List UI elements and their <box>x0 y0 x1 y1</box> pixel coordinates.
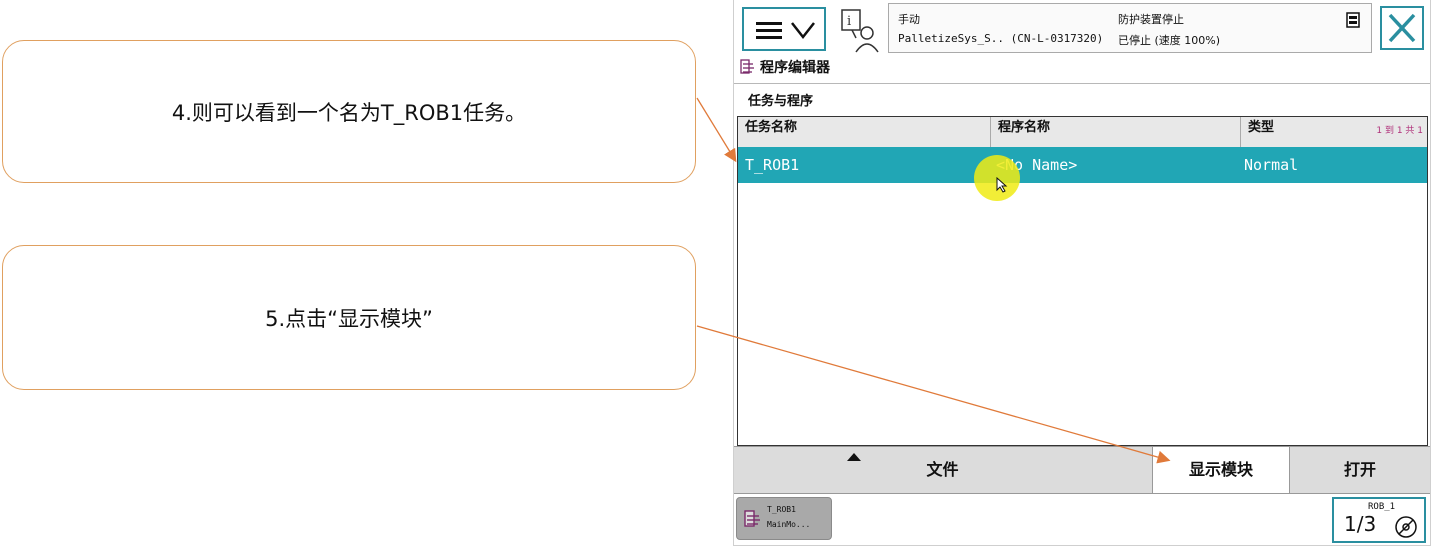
column-header-program[interactable]: 程序名称 <box>991 117 1241 147</box>
main-menu-button[interactable] <box>742 7 826 51</box>
file-menu-label: 文件 <box>926 460 959 479</box>
taskbar-task-name: T_ROB1 <box>767 505 796 514</box>
program-editor-icon <box>740 59 754 74</box>
status-system: PalletizeSys_S.. (CN-L-0317320) <box>898 32 1104 45</box>
cell-type: Normal <box>1244 156 1299 174</box>
callout-step-4-text: 4.则可以看到一个名为T_ROB1任务。 <box>171 100 527 125</box>
close-button[interactable] <box>1380 6 1424 50</box>
table-header: 任务名称 程序名称 类型 1 到 1 共 1 <box>738 117 1427 148</box>
arrow-to-task-row <box>696 97 737 163</box>
svg-text:i: i <box>847 14 851 29</box>
command-bar: 文件 显示模块 打开 <box>734 446 1430 494</box>
status-state: 已停止 (速度 100%) <box>1118 34 1221 47</box>
pager-text: 1 到 1 共 1 <box>1376 126 1423 136</box>
unit-fraction: 1/3 <box>1344 512 1377 536</box>
robot-unit-label: ROB_1 <box>1368 502 1396 512</box>
open-button[interactable]: 打开 <box>1290 447 1430 493</box>
section-label: 任务与程序 <box>748 94 814 109</box>
battery-icon <box>1346 12 1360 28</box>
taskbar-program-editor[interactable]: T_ROB1 MainMo... <box>736 497 832 540</box>
callout-step-4: 4.则可以看到一个名为T_ROB1任务。 <box>2 40 696 183</box>
open-label: 打开 <box>1343 460 1376 479</box>
callout-step-5-text: 5.点击“显示模块” <box>265 306 433 331</box>
callout-step-5: 5.点击“显示模块” <box>2 245 696 390</box>
cell-task: T_ROB1 <box>745 156 800 174</box>
hamburger-menu-icon <box>756 22 815 40</box>
title-divider <box>734 83 1430 84</box>
quickset-button[interactable]: ROB_1 1/3 <box>1332 497 1426 543</box>
task-table: 任务名称 程序名称 类型 1 到 1 共 1 T_ROB1 <No Name> … <box>737 116 1428 446</box>
close-icon <box>1388 13 1416 43</box>
file-menu-button[interactable]: 文件 <box>734 447 1151 493</box>
table-row[interactable]: T_ROB1 <No Name> Normal <box>738 147 1427 183</box>
speed-gauge-icon <box>1395 516 1417 538</box>
show-modules-label: 显示模块 <box>1188 460 1253 479</box>
status-mode: 手动 <box>898 13 920 26</box>
mouse-pointer-icon <box>996 177 1008 193</box>
status-bar: 手动 PalletizeSys_S.. (CN-L-0317320) 防护装置停… <box>888 3 1372 53</box>
menu-up-arrow-icon <box>847 453 861 461</box>
taskbar-module-name: MainMo... <box>767 520 811 529</box>
window-title: 程序编辑器 <box>740 57 830 77</box>
show-modules-button[interactable]: 显示模块 <box>1152 447 1290 493</box>
event-log-icon[interactable]: i <box>840 8 882 54</box>
flexpendant-window: i 手动 PalletizeSys_S.. (CN-L-0317320) 防护装… <box>733 0 1431 546</box>
status-guard: 防护装置停止 <box>1118 13 1184 26</box>
program-editor-icon <box>744 510 760 527</box>
window-title-text: 程序编辑器 <box>760 60 830 76</box>
column-header-task[interactable]: 任务名称 <box>738 117 991 147</box>
